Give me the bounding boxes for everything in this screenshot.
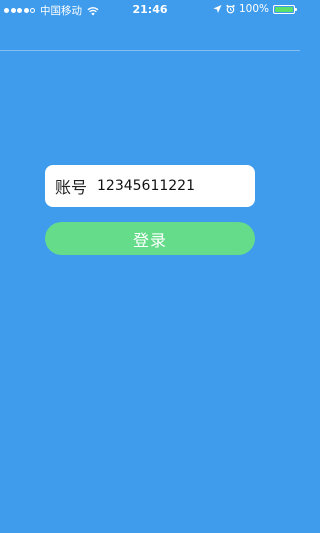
battery-icon xyxy=(273,4,297,14)
battery-percent: 100% xyxy=(238,3,269,15)
account-field[interactable]: 账号 xyxy=(45,165,255,207)
status-right: 100% xyxy=(213,3,297,15)
login-button[interactable]: 登录 xyxy=(45,222,255,255)
battery-fill xyxy=(275,6,293,12)
status-bar: 中国移动 21:46 100% xyxy=(0,0,300,20)
battery-tip xyxy=(295,7,297,11)
location-arrow-icon xyxy=(213,4,222,14)
alarm-icon xyxy=(226,4,235,14)
nav-bar-divider xyxy=(0,50,300,51)
account-input[interactable] xyxy=(97,178,233,194)
account-label: 账号 xyxy=(55,178,88,197)
